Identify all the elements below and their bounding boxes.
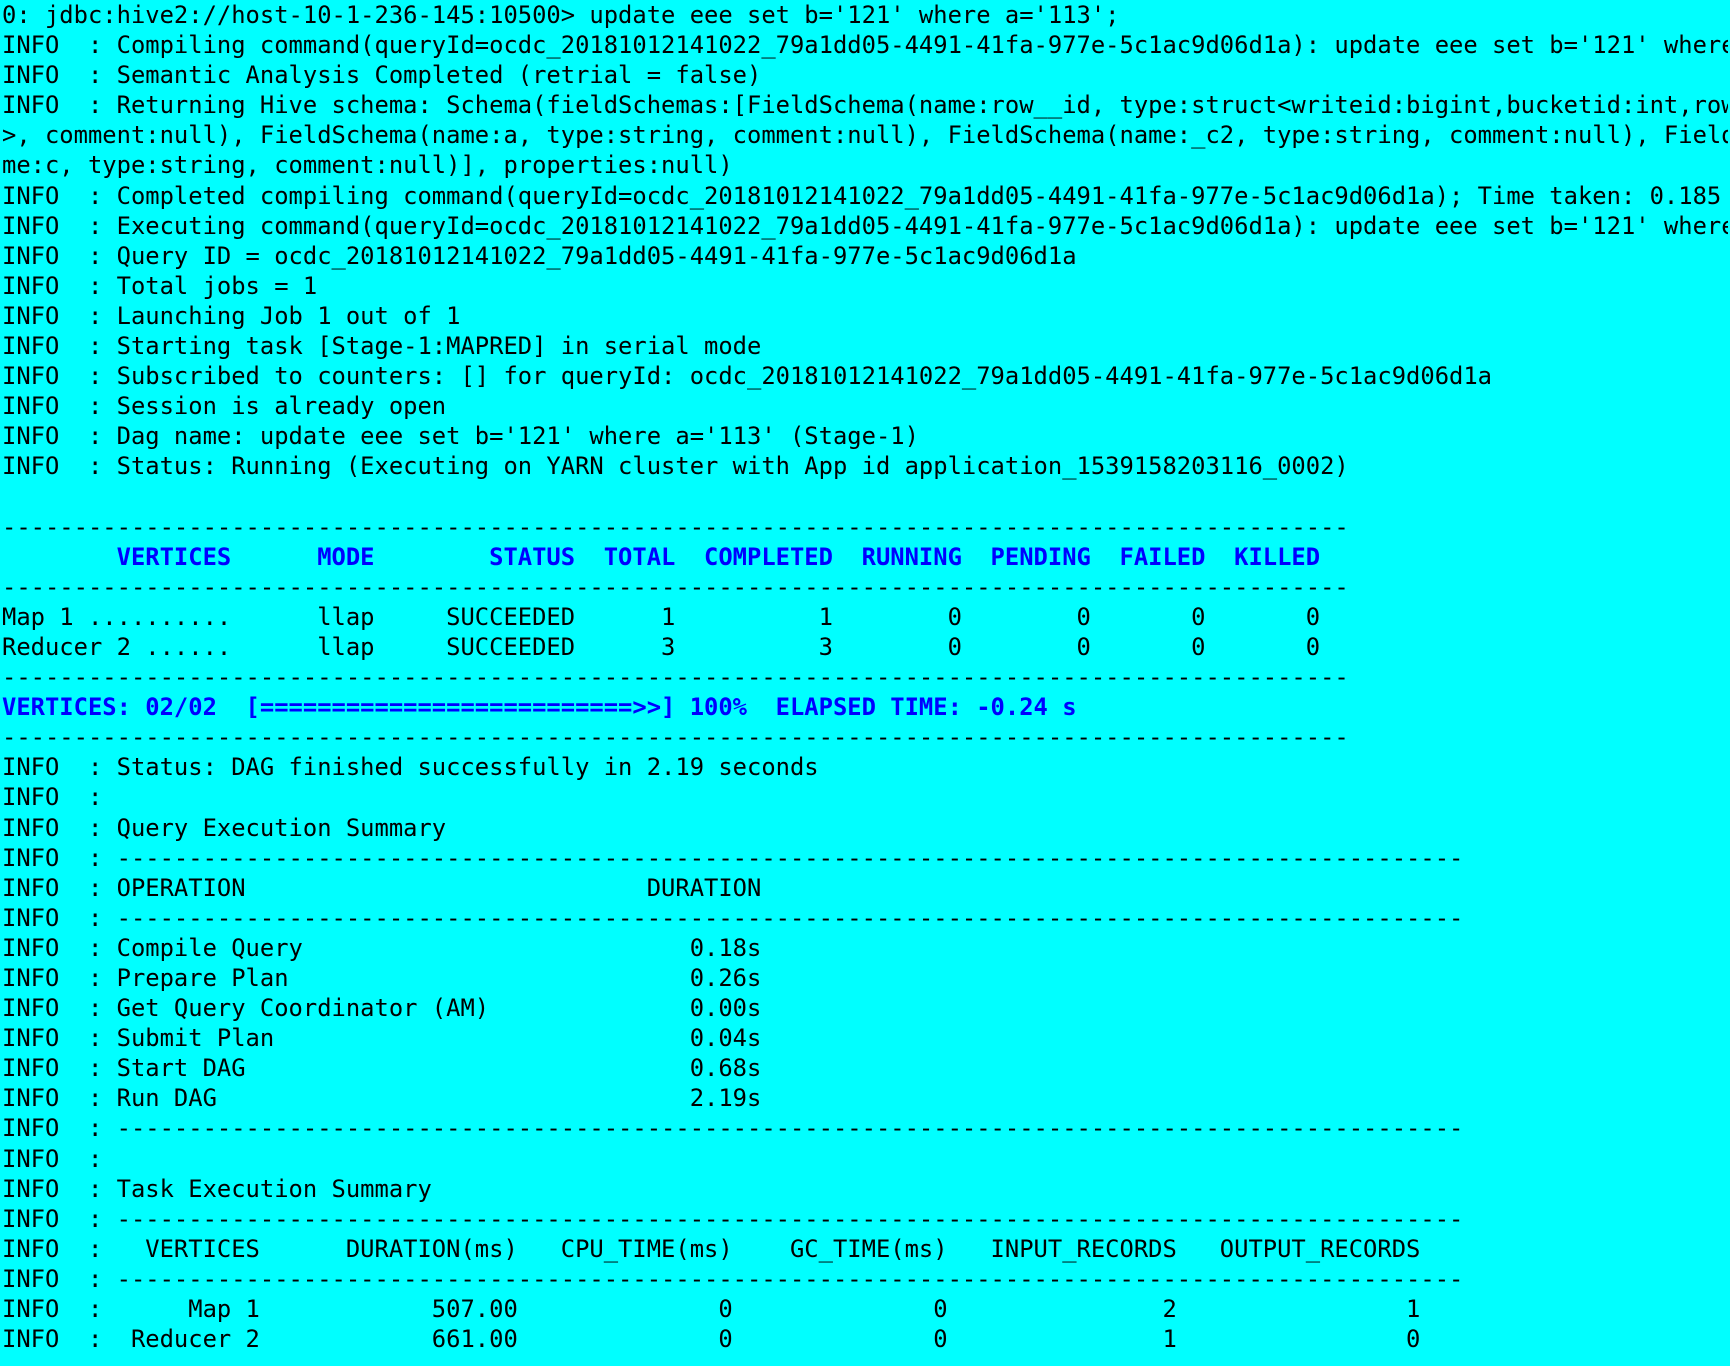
terminal-line: INFO : Start DAG 0.68s	[2, 1054, 762, 1083]
terminal-line: INFO : Status: DAG finished successfully…	[2, 753, 819, 782]
terminal-line: INFO : Get Query Coordinator (AM) 0.00s	[2, 994, 762, 1023]
terminal-line: INFO : Dag name: update eee set b='121' …	[2, 422, 919, 451]
terminal-line: Map 1 .......... llap SUCCEEDED 1 1 0 0 …	[2, 602, 1321, 631]
terminal-line: INFO : Total jobs = 1	[2, 271, 318, 300]
terminal-line: INFO : Starting task [Stage-1:MAPRED] in…	[2, 332, 762, 361]
terminal-line: INFO :	[2, 783, 103, 812]
terminal-line: INFO : ---------------------------------…	[2, 1264, 1464, 1293]
terminal-line: INFO : Compile Query 0.18s	[2, 933, 762, 962]
terminal-line: me:c, type:string, comment:null)], prope…	[2, 151, 733, 180]
terminal-line: INFO : Map 1 507.00 0 0 2 1	[2, 1295, 1421, 1324]
terminal-line: INFO : ---------------------------------…	[2, 843, 1464, 872]
terminal-line: INFO : Prepare Plan 0.26s	[2, 964, 762, 992]
terminal-line: INFO : Executing command(queryId=ocdc_20…	[2, 211, 1728, 240]
terminal-output[interactable]: 0: jdbc:hive2://host-10-1-236-145:10500>…	[2, 0, 1728, 1366]
terminal-line: INFO : Query Execution Summary	[2, 813, 447, 842]
terminal-line: INFO : Semantic Analysis Completed (retr…	[2, 61, 762, 90]
terminal-line: INFO : Subscribed to counters: [] for qu…	[2, 362, 1493, 391]
divider: ----------------------------------------…	[2, 663, 1349, 692]
divider: ----------------------------------------…	[2, 512, 1349, 541]
divider: ----------------------------------------…	[2, 723, 1349, 752]
terminal-line: INFO : Task Execution Summary	[2, 1174, 432, 1203]
terminal-line: INFO : Session is already open	[2, 392, 447, 421]
terminal-line: INFO : Query ID = ocdc_20181012141022_79…	[2, 241, 1077, 270]
terminal-line: INFO : ---------------------------------…	[2, 1204, 1464, 1233]
terminal-line: INFO : Completed compiling command(query…	[2, 181, 1728, 210]
terminal-line: INFO :	[2, 1144, 103, 1173]
divider: ----------------------------------------…	[2, 572, 1349, 601]
terminal-line: INFO : ---------------------------------…	[2, 1114, 1464, 1143]
terminal-line: INFO : Submit Plan 0.04s	[2, 1024, 762, 1053]
terminal-line: >, comment:null), FieldSchema(name:a, ty…	[2, 121, 1728, 150]
terminal-line: INFO : ---------------------------------…	[2, 903, 1464, 932]
terminal-line: INFO : VERTICES DURATION(ms) CPU_TIME(ms…	[2, 1234, 1421, 1263]
terminal-window: { "terminal": { "lines": [ {"text": "0: …	[0, 0, 1730, 1366]
terminal-line: INFO : Returning Hive schema: Schema(fie…	[2, 91, 1728, 120]
terminal-line: INFO : Compiling command(queryId=ocdc_20…	[2, 31, 1728, 60]
terminal-line: Reducer 2 ...... llap SUCCEEDED 3 3 0 0 …	[2, 632, 1321, 661]
progress-line: VERTICES: 02/02 [=======================…	[2, 693, 1077, 722]
terminal-line: INFO : Status: Running (Executing on YAR…	[2, 452, 1349, 481]
terminal-line: INFO : Run DAG 2.19s	[2, 1084, 762, 1113]
terminal-line: INFO : OPERATION DURATION	[2, 873, 762, 902]
terminal-line: INFO : Reducer 2 661.00 0 0 1 0	[2, 1325, 1421, 1354]
terminal-line: 0: jdbc:hive2://host-10-1-236-145:10500>…	[2, 1, 1120, 29]
terminal-line: INFO : Launching Job 1 out of 1	[2, 301, 461, 330]
vertices-table-header: VERTICES MODE STATUS TOTAL COMPLETED RUN…	[2, 542, 1321, 571]
